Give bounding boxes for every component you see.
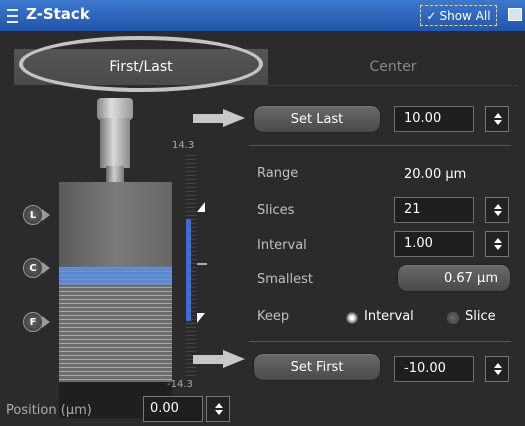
first-value-stepper[interactable] [485,356,509,382]
set-first-button[interactable]: Set First [253,353,381,381]
keep-interval-radio[interactable] [346,312,358,324]
slices-field[interactable]: 21 [394,197,474,223]
last-marker-button[interactable]: L [23,205,43,225]
first-marker-button[interactable]: F [23,312,43,332]
keep-interval-label[interactable]: Interval [364,309,414,324]
first-position-marker[interactable] [197,313,205,323]
position-stepper[interactable] [206,396,230,422]
slices-stepper[interactable] [485,197,509,223]
keep-slice-label[interactable]: Slice [465,309,496,324]
set-last-button[interactable]: Set Last [253,105,381,133]
keep-slice-radio[interactable] [447,312,459,324]
position-label: Position (µm) [6,403,92,418]
divider [249,341,511,342]
z-range-bar [186,219,191,321]
current-position-marker [197,263,207,265]
undock-icon[interactable] [508,8,522,21]
show-all-label: Show All [439,9,491,23]
scale-bottom-label: -14.3 [167,379,193,390]
first-value-field[interactable]: -10.00 [394,356,474,382]
scale-top-label: 14.3 [172,140,195,151]
position-field[interactable]: 0.00 [143,396,203,422]
objective-icon [97,98,133,186]
last-position-marker[interactable] [197,202,205,212]
last-value-stepper[interactable] [485,106,509,132]
interval-label: Interval [257,238,307,253]
center-slice-plane [59,267,172,285]
tab-center[interactable]: Center [268,49,518,86]
center-marker-button[interactable]: C [23,258,43,278]
smallest-label: Smallest [257,272,313,287]
show-all-toggle[interactable]: ✓ Show All [420,5,497,26]
keep-label: Keep [257,309,290,324]
arrow-right-icon [193,350,245,368]
range-label: Range [257,166,299,181]
checkmark-icon: ✓ [426,9,437,23]
z-stack-visual [59,182,172,418]
divider [249,145,511,146]
last-value-field[interactable]: 10.00 [394,106,474,132]
arrow-right-icon [193,109,245,127]
interval-field[interactable]: 1.00 [394,231,474,257]
title-bar: Z-Stack ✓ Show All [0,0,525,32]
smallest-interval-button[interactable]: 0.67 µm [397,264,511,292]
slices-label: Slices [257,203,295,218]
window-title: Z-Stack [26,5,90,23]
range-value: 20.00 µm [404,167,467,182]
highlight-ellipse [19,36,263,92]
menu-icon[interactable] [7,9,18,23]
interval-stepper[interactable] [485,231,509,257]
